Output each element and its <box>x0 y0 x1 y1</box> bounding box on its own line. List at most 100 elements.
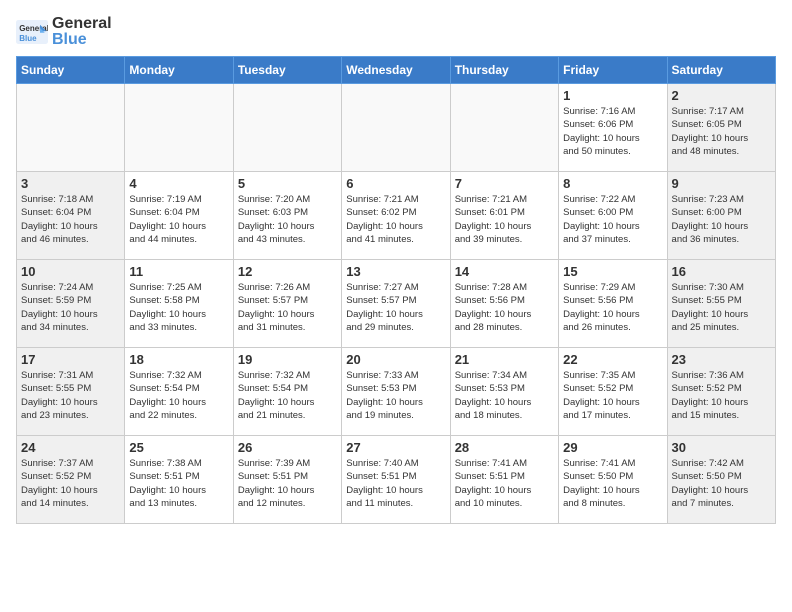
calendar-table: SundayMondayTuesdayWednesdayThursdayFrid… <box>16 56 776 524</box>
day-number: 14 <box>455 264 554 279</box>
calendar-cell: 1 Sunrise: 7:16 AM Sunset: 6:06 PM Daylig… <box>559 84 667 172</box>
day-number: 18 <box>129 352 228 367</box>
day-number: 26 <box>238 440 337 455</box>
day-info: Sunrise: 7:17 AM Sunset: 6:05 PM Dayligh… <box>672 105 771 158</box>
day-info: Sunrise: 7:33 AM Sunset: 5:53 PM Dayligh… <box>346 369 445 422</box>
day-number: 28 <box>455 440 554 455</box>
day-number: 4 <box>129 176 228 191</box>
day-info: Sunrise: 7:38 AM Sunset: 5:51 PM Dayligh… <box>129 457 228 510</box>
weekday-header-thursday: Thursday <box>450 57 558 84</box>
day-info: Sunrise: 7:28 AM Sunset: 5:56 PM Dayligh… <box>455 281 554 334</box>
calendar-cell: 29 Sunrise: 7:41 AM Sunset: 5:50 PM Dayli… <box>559 436 667 524</box>
day-info: Sunrise: 7:23 AM Sunset: 6:00 PM Dayligh… <box>672 193 771 246</box>
calendar-cell <box>450 84 558 172</box>
weekday-header-tuesday: Tuesday <box>233 57 341 84</box>
calendar-cell: 8 Sunrise: 7:22 AM Sunset: 6:00 PM Daylig… <box>559 172 667 260</box>
calendar-cell: 24 Sunrise: 7:37 AM Sunset: 5:52 PM Dayli… <box>17 436 125 524</box>
logo-icon: General Blue <box>16 20 48 44</box>
day-number: 23 <box>672 352 771 367</box>
day-number: 12 <box>238 264 337 279</box>
day-number: 6 <box>346 176 445 191</box>
day-number: 10 <box>21 264 120 279</box>
day-info: Sunrise: 7:37 AM Sunset: 5:52 PM Dayligh… <box>21 457 120 510</box>
day-number: 13 <box>346 264 445 279</box>
day-number: 16 <box>672 264 771 279</box>
calendar-cell: 27 Sunrise: 7:40 AM Sunset: 5:51 PM Dayli… <box>342 436 450 524</box>
day-info: Sunrise: 7:18 AM Sunset: 6:04 PM Dayligh… <box>21 193 120 246</box>
day-info: Sunrise: 7:16 AM Sunset: 6:06 PM Dayligh… <box>563 105 662 158</box>
day-info: Sunrise: 7:31 AM Sunset: 5:55 PM Dayligh… <box>21 369 120 422</box>
weekday-header-friday: Friday <box>559 57 667 84</box>
calendar-cell: 4 Sunrise: 7:19 AM Sunset: 6:04 PM Daylig… <box>125 172 233 260</box>
calendar-cell: 10 Sunrise: 7:24 AM Sunset: 5:59 PM Dayli… <box>17 260 125 348</box>
day-number: 3 <box>21 176 120 191</box>
day-info: Sunrise: 7:41 AM Sunset: 5:51 PM Dayligh… <box>455 457 554 510</box>
day-number: 29 <box>563 440 662 455</box>
calendar-cell: 7 Sunrise: 7:21 AM Sunset: 6:01 PM Daylig… <box>450 172 558 260</box>
day-info: Sunrise: 7:40 AM Sunset: 5:51 PM Dayligh… <box>346 457 445 510</box>
calendar-cell <box>125 84 233 172</box>
day-number: 17 <box>21 352 120 367</box>
day-info: Sunrise: 7:39 AM Sunset: 5:51 PM Dayligh… <box>238 457 337 510</box>
weekday-header-saturday: Saturday <box>667 57 775 84</box>
weekday-header-monday: Monday <box>125 57 233 84</box>
weekday-header-wednesday: Wednesday <box>342 57 450 84</box>
day-info: Sunrise: 7:41 AM Sunset: 5:50 PM Dayligh… <box>563 457 662 510</box>
day-info: Sunrise: 7:32 AM Sunset: 5:54 PM Dayligh… <box>129 369 228 422</box>
day-number: 2 <box>672 88 771 103</box>
calendar-cell <box>233 84 341 172</box>
day-number: 30 <box>672 440 771 455</box>
calendar-cell: 12 Sunrise: 7:26 AM Sunset: 5:57 PM Dayli… <box>233 260 341 348</box>
calendar-cell: 6Sunrise: 7:21 AM Sunset: 6:02 PM Daylig… <box>342 172 450 260</box>
day-number: 27 <box>346 440 445 455</box>
day-info: Sunrise: 7:24 AM Sunset: 5:59 PM Dayligh… <box>21 281 120 334</box>
calendar-cell: 9 Sunrise: 7:23 AM Sunset: 6:00 PM Daylig… <box>667 172 775 260</box>
calendar-cell: 28 Sunrise: 7:41 AM Sunset: 5:51 PM Dayli… <box>450 436 558 524</box>
day-number: 1 <box>563 88 662 103</box>
calendar-cell <box>342 84 450 172</box>
calendar-cell: 25Sunrise: 7:38 AM Sunset: 5:51 PM Dayli… <box>125 436 233 524</box>
calendar-cell <box>17 84 125 172</box>
day-info: Sunrise: 7:35 AM Sunset: 5:52 PM Dayligh… <box>563 369 662 422</box>
day-number: 22 <box>563 352 662 367</box>
calendar-cell: 13 Sunrise: 7:27 AM Sunset: 5:57 PM Dayli… <box>342 260 450 348</box>
svg-text:Blue: Blue <box>19 34 37 43</box>
logo: General Blue General Blue <box>16 16 112 48</box>
day-number: 8 <box>563 176 662 191</box>
logo-blue-text: Blue <box>52 32 112 48</box>
day-info: Sunrise: 7:20 AM Sunset: 6:03 PM Dayligh… <box>238 193 337 246</box>
day-info: Sunrise: 7:21 AM Sunset: 6:01 PM Dayligh… <box>455 193 554 246</box>
calendar-cell: 21 Sunrise: 7:34 AM Sunset: 5:53 PM Dayli… <box>450 348 558 436</box>
weekday-header-sunday: Sunday <box>17 57 125 84</box>
calendar-cell: 5 Sunrise: 7:20 AM Sunset: 6:03 PM Daylig… <box>233 172 341 260</box>
day-number: 24 <box>21 440 120 455</box>
calendar-cell: 17 Sunrise: 7:31 AM Sunset: 5:55 PM Dayli… <box>17 348 125 436</box>
day-info: Sunrise: 7:32 AM Sunset: 5:54 PM Dayligh… <box>238 369 337 422</box>
day-info: Sunrise: 7:25 AM Sunset: 5:58 PM Dayligh… <box>129 281 228 334</box>
day-info: Sunrise: 7:26 AM Sunset: 5:57 PM Dayligh… <box>238 281 337 334</box>
calendar-cell: 22 Sunrise: 7:35 AM Sunset: 5:52 PM Dayli… <box>559 348 667 436</box>
day-info: Sunrise: 7:29 AM Sunset: 5:56 PM Dayligh… <box>563 281 662 334</box>
calendar-cell: 2 Sunrise: 7:17 AM Sunset: 6:05 PM Daylig… <box>667 84 775 172</box>
day-number: 21 <box>455 352 554 367</box>
calendar-cell: 3 Sunrise: 7:18 AM Sunset: 6:04 PM Daylig… <box>17 172 125 260</box>
calendar-cell: 18 Sunrise: 7:32 AM Sunset: 5:54 PM Dayli… <box>125 348 233 436</box>
day-number: 11 <box>129 264 228 279</box>
day-info: Sunrise: 7:42 AM Sunset: 5:50 PM Dayligh… <box>672 457 771 510</box>
day-number: 20 <box>346 352 445 367</box>
day-info: Sunrise: 7:34 AM Sunset: 5:53 PM Dayligh… <box>455 369 554 422</box>
day-number: 9 <box>672 176 771 191</box>
day-number: 7 <box>455 176 554 191</box>
day-info: Sunrise: 7:36 AM Sunset: 5:52 PM Dayligh… <box>672 369 771 422</box>
day-info: Sunrise: 7:19 AM Sunset: 6:04 PM Dayligh… <box>129 193 228 246</box>
calendar-cell: 23 Sunrise: 7:36 AM Sunset: 5:52 PM Dayli… <box>667 348 775 436</box>
day-info: Sunrise: 7:30 AM Sunset: 5:55 PM Dayligh… <box>672 281 771 334</box>
calendar-cell: 19 Sunrise: 7:32 AM Sunset: 5:54 PM Dayli… <box>233 348 341 436</box>
day-info: Sunrise: 7:27 AM Sunset: 5:57 PM Dayligh… <box>346 281 445 334</box>
calendar-cell: 16 Sunrise: 7:30 AM Sunset: 5:55 PM Dayli… <box>667 260 775 348</box>
day-number: 15 <box>563 264 662 279</box>
day-number: 19 <box>238 352 337 367</box>
day-info: Sunrise: 7:22 AM Sunset: 6:00 PM Dayligh… <box>563 193 662 246</box>
calendar-cell: 11 Sunrise: 7:25 AM Sunset: 5:58 PM Dayli… <box>125 260 233 348</box>
day-number: 5 <box>238 176 337 191</box>
